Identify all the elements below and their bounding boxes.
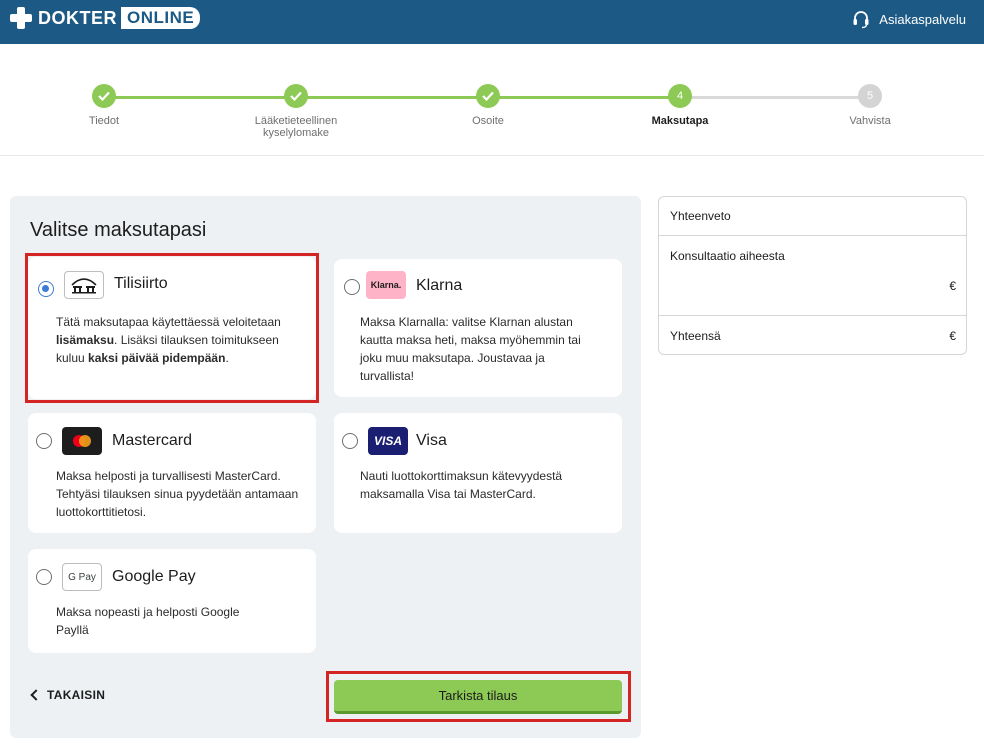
payment-description: Maksa helposti ja turvallisesti MasterCa… (56, 469, 299, 519)
payment-option-klarna[interactable]: Klarna. Klarna Maksa Klarnalla: valitse … (334, 259, 622, 397)
checkout-stepper: Tiedot Lääketieteellinen kyselylomake Os… (0, 44, 984, 156)
chevron-left-icon (30, 689, 42, 701)
payment-description: Nauti luottokorttimaksun kätevyydestä ma… (360, 469, 563, 501)
logo-text-dokter: DOKTER (38, 7, 117, 28)
step-label: Tiedot (88, 115, 120, 127)
summary-divider (659, 315, 966, 316)
summary-item-label: Konsultaatio aiheesta (670, 249, 785, 263)
payment-option-google-pay[interactable]: G Pay Google Pay Maksa nopeasti ja helpo… (28, 549, 316, 653)
mastercard-icon (62, 427, 102, 455)
step-tiedot[interactable]: Tiedot (34, 84, 174, 127)
check-icon (476, 84, 500, 108)
step-label: Vahvista (849, 115, 891, 127)
summary-title: Yhteenveto (670, 209, 731, 223)
customer-service-label: Asiakaspalvelu (879, 11, 966, 27)
order-summary: Yhteenveto Konsultaatio aiheesta € Yhtee… (658, 196, 967, 355)
highlight-selected-method (25, 253, 319, 403)
payment-name: Mastercard (112, 432, 193, 449)
step-kyselylomake[interactable]: Lääketieteellinen kyselylomake (226, 84, 366, 139)
highlight-submit (326, 671, 631, 722)
step-vahvista: 5 Vahvista (800, 84, 940, 127)
payment-name: Klarna (416, 277, 463, 294)
step-label: Osoite (472, 115, 504, 127)
back-button[interactable]: TAKAISIN (30, 688, 106, 702)
payment-name: Google Pay (112, 568, 196, 585)
step-maksutapa: 4 Maksutapa (610, 84, 750, 127)
step-number: 5 (858, 84, 882, 108)
site-header: DOKTER ONLINE Asiakaspalvelu (0, 0, 984, 44)
payment-description: Maksa Klarnalla: valitse Klarnan alustan… (360, 315, 581, 383)
summary-total-label: Yhteensä (670, 329, 721, 343)
visa-icon: VISA (368, 427, 408, 455)
step-number: 4 (668, 84, 692, 108)
radio-google-pay[interactable] (36, 569, 52, 585)
google-pay-icon: G Pay (62, 563, 102, 591)
check-icon (284, 84, 308, 108)
site-logo[interactable]: DOKTER ONLINE (8, 6, 201, 30)
radio-klarna[interactable] (344, 279, 360, 295)
summary-divider (659, 235, 966, 236)
customer-service-link[interactable]: Asiakaspalvelu (851, 9, 966, 29)
radio-mastercard[interactable] (36, 433, 52, 449)
step-label: Maksutapa (651, 115, 709, 127)
summary-total-price: € (949, 329, 956, 343)
headset-icon (853, 11, 869, 29)
logo-text-online: ONLINE (121, 7, 201, 29)
payment-description: Maksa nopeasti ja helposti Google Payllä (56, 605, 240, 637)
back-label: TAKAISIN (47, 688, 106, 702)
step-label: Lääketieteellinen kyselylomake (254, 115, 338, 139)
payment-name: Visa (416, 432, 447, 449)
progress-track-completed (104, 96, 680, 99)
plus-icon (8, 6, 34, 30)
klarna-icon: Klarna. (366, 271, 406, 299)
payment-option-mastercard[interactable]: Mastercard Maksa helposti ja turvallises… (28, 413, 316, 533)
payment-option-visa[interactable]: VISA Visa Nauti luottokorttimaksun kätev… (334, 413, 622, 533)
payment-title: Valitse maksutapasi (30, 219, 207, 241)
step-osoite[interactable]: Osoite (418, 84, 558, 127)
check-icon (92, 84, 116, 108)
summary-item-price: € (949, 279, 956, 293)
radio-visa[interactable] (342, 433, 358, 449)
